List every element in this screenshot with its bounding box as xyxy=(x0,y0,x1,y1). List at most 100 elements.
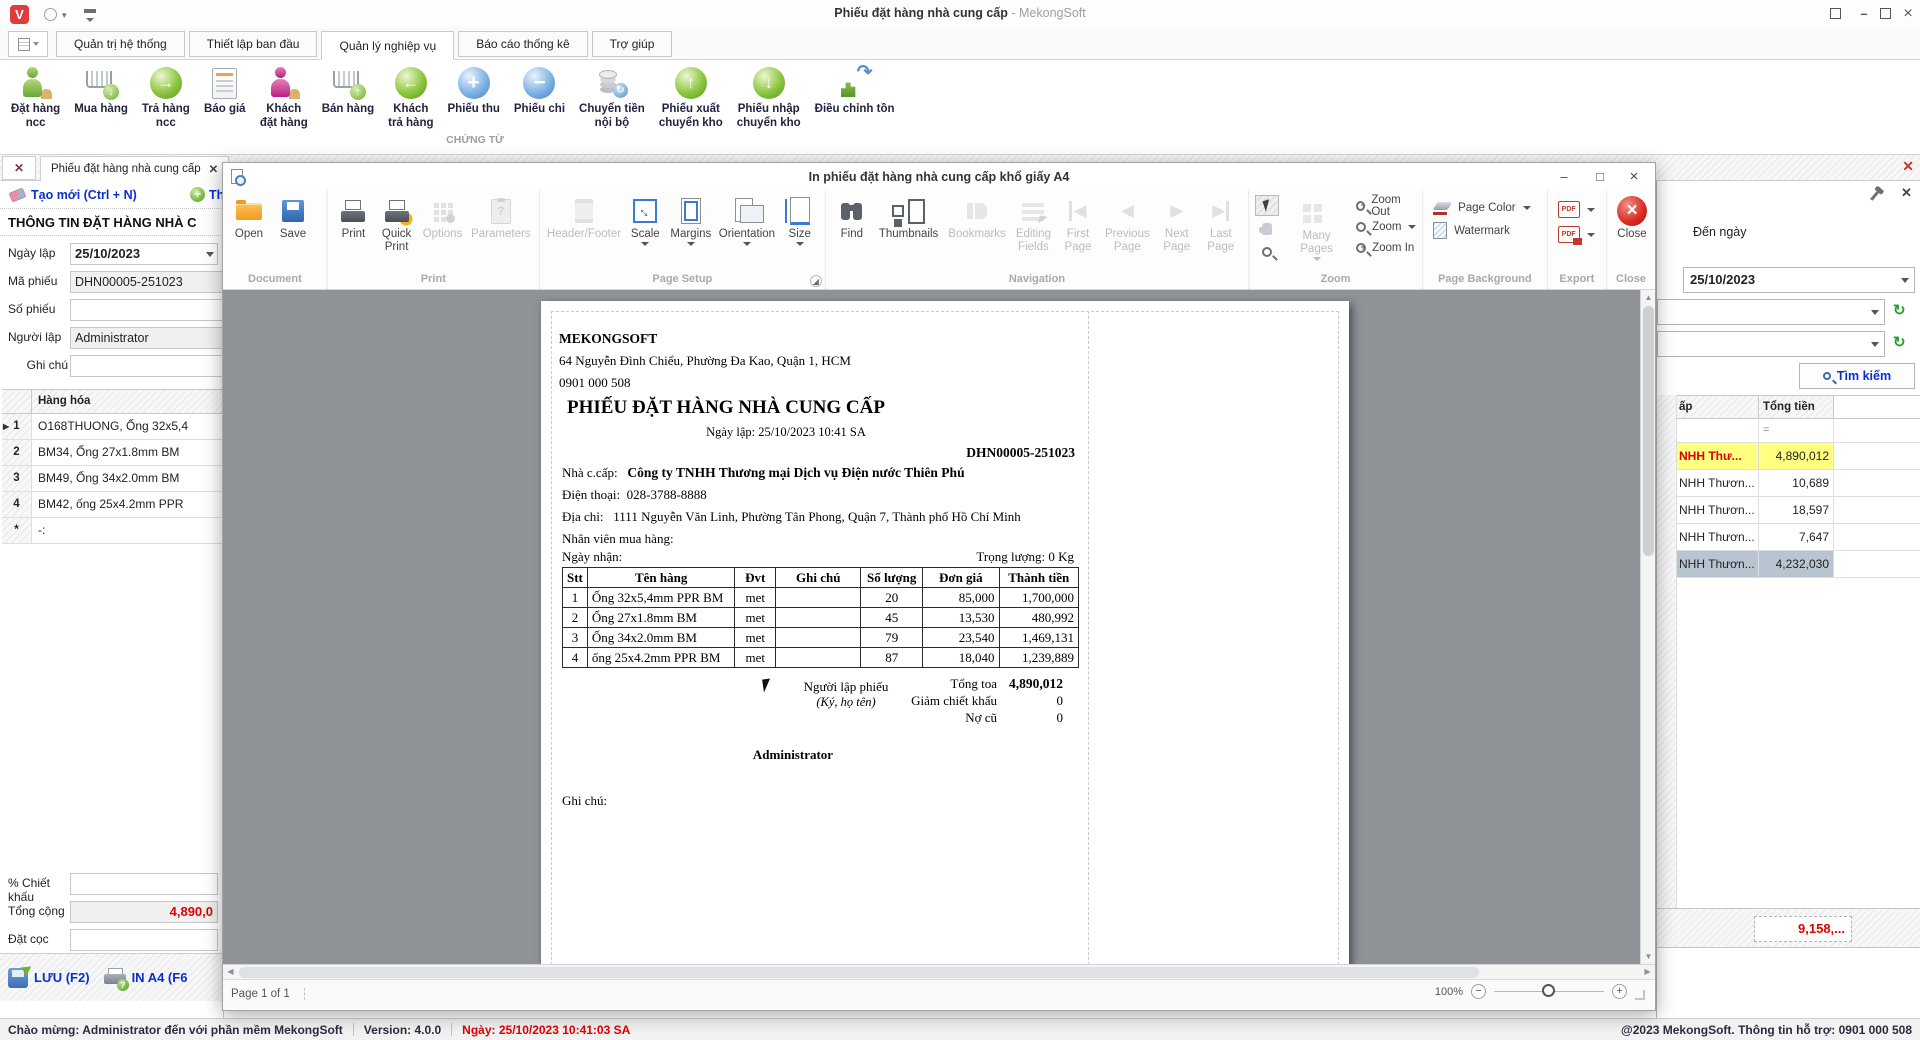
application-menu-button[interactable] xyxy=(8,31,48,57)
scroll-right-icon[interactable]: ▶ xyxy=(1640,965,1655,979)
hand-tool-button[interactable] xyxy=(1255,218,1279,239)
zoom-button[interactable]: Zoom xyxy=(1356,218,1416,236)
ribbon-button[interactable]: Phiếu xuất chuyển kho xyxy=(652,62,730,132)
chevron-down-icon[interactable] xyxy=(206,252,214,257)
toolbar-button[interactable]: Thumbnails xyxy=(874,193,943,243)
zoom-out-button[interactable]: − Zoom Out xyxy=(1356,194,1416,218)
ribbon-tab[interactable]: Trợ giúp xyxy=(591,31,673,57)
ribbon-button[interactable]: Đặt hàng ncc xyxy=(4,62,67,132)
toolbar-button[interactable]: Size xyxy=(779,193,821,248)
grid-row[interactable]: 4 BM42, ống 25x4.2mm PPR xyxy=(2,492,223,518)
to-date-field[interactable]: 25/10/2023 xyxy=(1683,267,1915,293)
zoom-in-button[interactable]: + Zoom In xyxy=(1356,239,1416,257)
page-color-button[interactable]: Page Color xyxy=(1433,201,1531,215)
resize-grip[interactable] xyxy=(1635,989,1645,1000)
vertical-scrollbar[interactable]: ▲ ▼ xyxy=(1640,290,1655,964)
ribbon-button[interactable]: Phiếu chi xyxy=(507,62,572,119)
export-pdf-button[interactable] xyxy=(1557,201,1595,218)
ribbon-tab[interactable]: Quản lý nghiệp vụ xyxy=(321,31,455,60)
grid-row[interactable]: NHH Thư... 4,890,012 xyxy=(1657,443,1920,470)
toolbar-button[interactable]: Parameters xyxy=(467,193,535,243)
toolbar-button[interactable]: Orientation xyxy=(715,193,778,248)
toolbar-button[interactable]: Open xyxy=(227,193,271,243)
filter-combo-1[interactable] xyxy=(1657,299,1885,325)
ribbon-button[interactable]: Trả hàng ncc xyxy=(135,62,197,132)
date-created-field[interactable]: 25/10/2023 xyxy=(70,243,218,265)
scroll-left-icon[interactable]: ◀ xyxy=(223,965,238,979)
dialog-maximize-button[interactable]: □ xyxy=(1585,166,1615,187)
close-panel-icon[interactable]: ✕ xyxy=(1901,185,1912,201)
ribbon-button[interactable]: Điều chỉnh tồn xyxy=(808,61,902,119)
toolbar-button[interactable]: Scale xyxy=(624,193,666,248)
grid-row[interactable]: NHH Thươn... 7,647 xyxy=(1657,524,1920,551)
filter-combo-2[interactable] xyxy=(1657,331,1885,357)
close-all-tabs-button[interactable]: ✕ xyxy=(2,156,36,180)
ribbon-button[interactable]: Báo giá xyxy=(197,62,253,119)
ribbon-tab[interactable]: Quản trị hệ thống xyxy=(56,31,185,57)
ribbon-button[interactable]: Chuyển tiền nội bộ xyxy=(572,62,652,132)
create-new-button[interactable]: Tạo mới (Ctrl + N) xyxy=(0,187,137,202)
ribbon-button[interactable]: Khách trả hàng xyxy=(381,62,440,132)
grid-row[interactable]: * -: xyxy=(2,518,223,544)
toolbar-button[interactable]: Find xyxy=(830,193,874,243)
order-number-field[interactable] xyxy=(70,299,223,321)
zoom-slider-thumb[interactable] xyxy=(1542,984,1555,997)
toolbar-button[interactable]: First Page xyxy=(1056,193,1100,256)
pin-icon[interactable] xyxy=(1870,191,1879,201)
toolbar-button[interactable]: Options xyxy=(418,193,467,243)
ribbon-button[interactable]: Khách đặt hàng xyxy=(253,62,315,132)
toolbar-button[interactable]: Save xyxy=(271,193,315,243)
close-document-icon[interactable]: ✕ xyxy=(1902,158,1914,175)
scroll-up-icon[interactable]: ▲ xyxy=(1641,290,1655,305)
document-tab[interactable]: Phiếu đặt hàng nhà cung cấp ✕ xyxy=(40,156,230,181)
dialog-minimize-button[interactable]: – xyxy=(1549,166,1579,187)
toolbar-button[interactable]: Quick Print xyxy=(375,193,418,256)
ribbon-tab[interactable]: Báo cáo thống kê xyxy=(458,31,588,57)
grid-row[interactable]: 2 BM34, Ống 27x1.8mm BM xyxy=(2,440,223,466)
group-expand-icon[interactable]: ◢ xyxy=(809,275,822,287)
grid-row[interactable]: 3 BM49, Ống 34x2.0mm BM xyxy=(2,466,223,492)
horizontal-scrollbar[interactable]: ◀ ▶ xyxy=(223,964,1655,979)
pointer-tool-button[interactable] xyxy=(1255,195,1280,216)
ribbon-button[interactable]: Mua hàng xyxy=(67,62,135,119)
maximize-button[interactable] xyxy=(1880,8,1891,19)
watermark-button[interactable]: Watermark xyxy=(1433,222,1531,239)
zoom-slider[interactable] xyxy=(1494,984,1604,997)
scrollbar-thumb[interactable] xyxy=(1643,306,1654,556)
ribbon-button[interactable]: Bán hàng xyxy=(315,62,381,119)
toolbar-button[interactable]: Header/Footer xyxy=(544,193,624,243)
magnifier-tool-button[interactable] xyxy=(1255,241,1279,262)
toolbar-button[interactable]: Editing Fields xyxy=(1011,193,1056,256)
minimize-button[interactable] xyxy=(1852,4,1876,24)
close-button[interactable] xyxy=(1896,4,1920,24)
zoom-out-button[interactable]: − xyxy=(1471,984,1486,999)
dialog-close-button[interactable]: × xyxy=(1619,166,1649,187)
many-pages-button[interactable]: Many Pages xyxy=(1283,195,1350,263)
send-pdf-button[interactable] xyxy=(1557,226,1595,245)
scrollbar-thumb[interactable] xyxy=(239,967,1479,978)
toolbar-button[interactable]: Margins xyxy=(666,193,715,248)
discount-field[interactable] xyxy=(70,873,218,895)
add-button[interactable]: Th xyxy=(190,187,223,202)
scroll-down-icon[interactable]: ▼ xyxy=(1641,949,1655,964)
ribbon-button[interactable]: Phiếu nhập chuyển kho xyxy=(730,62,808,132)
close-preview-button[interactable]: Close xyxy=(1611,193,1653,243)
toolbar-button[interactable]: Previous Page xyxy=(1100,193,1155,256)
ribbon-tab[interactable]: Thiết lập ban đầu xyxy=(188,31,318,57)
toolbar-button[interactable]: Last Page xyxy=(1199,193,1243,256)
chevron-down-icon[interactable] xyxy=(1901,278,1909,283)
refresh-icon[interactable]: ↻ xyxy=(1893,334,1911,352)
search-button[interactable]: Tìm kiếm xyxy=(1799,363,1915,389)
grid-filter-row[interactable]: = xyxy=(1657,419,1920,443)
grid-row[interactable]: NHH Thươn... 4,232,030 xyxy=(1657,551,1920,578)
grid-column-header[interactable]: Hàng hóa xyxy=(32,390,223,413)
grid-row[interactable]: 1 O168THUONG, Ống 32x5,4 xyxy=(2,414,223,440)
refresh-icon[interactable]: ↻ xyxy=(1893,302,1911,320)
supplier-column-header[interactable]: ấp xyxy=(1677,396,1759,418)
toolbar-button[interactable]: Print xyxy=(332,193,375,243)
fullscreen-button[interactable] xyxy=(1830,8,1841,19)
zoom-in-button[interactable]: + xyxy=(1612,984,1627,999)
note-field[interactable] xyxy=(70,355,223,377)
save-button[interactable]: LƯU (F2) xyxy=(8,967,90,988)
print-a4-button[interactable]: IN A4 (F6 xyxy=(103,967,187,991)
